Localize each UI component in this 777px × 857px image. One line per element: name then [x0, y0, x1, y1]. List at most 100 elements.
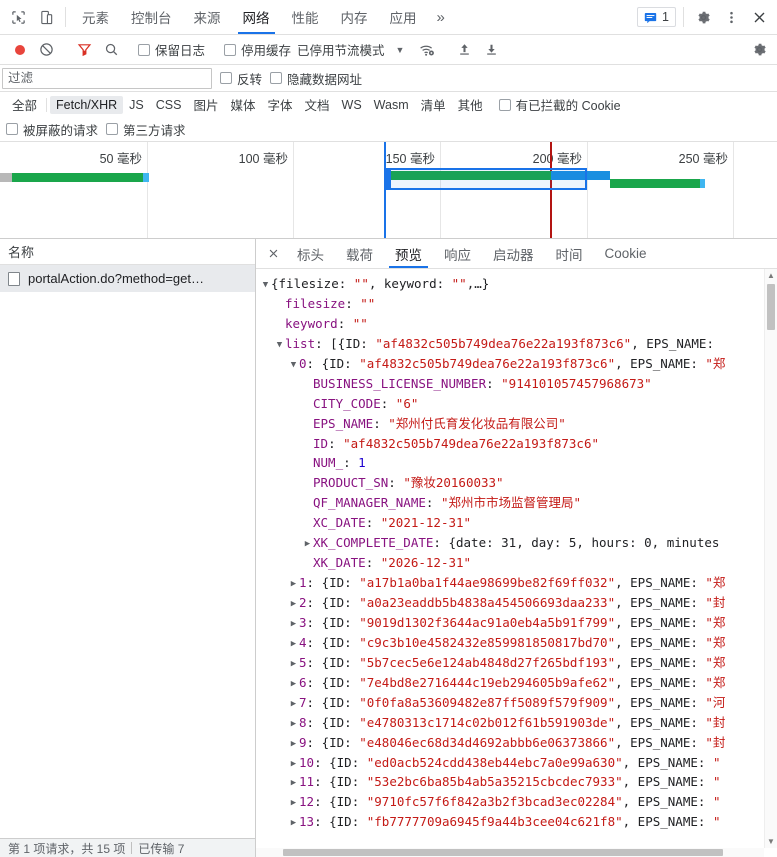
disclosure-triangle-closed-icon[interactable]: ▶: [288, 615, 299, 633]
tab-elements[interactable]: 元素: [71, 0, 120, 34]
detail-tab-payload[interactable]: 载荷: [335, 239, 384, 268]
type-filter-js[interactable]: JS: [123, 96, 150, 114]
tab-sources[interactable]: 来源: [183, 0, 232, 34]
json-line[interactable]: ▼ {filesize: "", keyword: "",…}: [260, 274, 764, 294]
disclosure-triangle-closed-icon[interactable]: ▶: [288, 794, 299, 812]
timeline-selection-window[interactable]: [384, 168, 587, 190]
disclosure-triangle-closed-icon[interactable]: ▶: [288, 675, 299, 693]
json-line[interactable]: ▶ 9: {ID: "e48046ec68d34d4692abbb6e063738…: [260, 733, 764, 753]
funnel-filter-icon[interactable]: [71, 37, 98, 63]
clear-prohibited-icon[interactable]: [33, 37, 60, 63]
type-filter-doc[interactable]: 文档: [299, 93, 336, 116]
disclosure-triangle-open-icon[interactable]: ▼: [274, 336, 285, 354]
json-line[interactable]: ▶ 10: {ID: "ed0acb524cdd438eb44ebc7a0e99a…: [260, 753, 764, 773]
disclosure-triangle-closed-icon[interactable]: ▶: [288, 655, 299, 673]
json-line[interactable]: QF_MANAGER_NAME: "郑州市市场监督管理局": [260, 493, 764, 513]
json-line[interactable]: CITY_CODE: "6": [260, 394, 764, 414]
disclosure-triangle-open-icon[interactable]: ▼: [288, 356, 299, 374]
json-line[interactable]: keyword: "": [260, 314, 764, 334]
third-party-checkbox[interactable]: 第三方请求: [104, 120, 192, 139]
type-filter-media[interactable]: 媒体: [224, 93, 261, 116]
device-toggle-icon[interactable]: [32, 0, 60, 34]
disclosure-triangle-closed-icon[interactable]: ▶: [288, 595, 299, 613]
detail-tab-headers[interactable]: 标头: [286, 239, 335, 268]
json-line[interactable]: ▶ 6: {ID: "7e4bd8e2716444c19eb294605b9afe…: [260, 673, 764, 693]
record-button-icon[interactable]: [6, 37, 33, 63]
type-filter-manifest[interactable]: 清单: [415, 93, 452, 116]
close-detail-icon[interactable]: [260, 239, 286, 268]
search-icon[interactable]: [98, 37, 125, 63]
preview-horizontal-scrollbar[interactable]: [256, 848, 764, 857]
disclosure-triangle-closed-icon[interactable]: ▶: [302, 535, 313, 553]
detail-tab-preview[interactable]: 预览: [384, 239, 433, 268]
json-line[interactable]: XK_DATE: "2026-12-31": [260, 553, 764, 573]
gear-icon[interactable]: [746, 37, 773, 63]
blocked-requests-checkbox[interactable]: 被屏蔽的请求: [6, 120, 104, 139]
json-tree[interactable]: ▼ {filesize: "", keyword: "",…} filesize: …: [256, 269, 764, 848]
json-line[interactable]: ▶ 8: {ID: "e4780313c1714c02b012f61b591903…: [260, 713, 764, 733]
gear-icon[interactable]: [689, 10, 717, 25]
json-line[interactable]: XC_DATE: "2021-12-31": [260, 513, 764, 533]
json-line[interactable]: filesize: "": [260, 294, 764, 314]
json-line[interactable]: ID: "af4832c505b749dea76e22a193f873c6": [260, 434, 764, 454]
detail-tab-initiator[interactable]: 启动器: [482, 239, 545, 268]
network-overview-timeline[interactable]: 50 毫秒 100 毫秒 150 毫秒 200 毫秒 250 毫秒: [0, 142, 777, 239]
json-line[interactable]: ▶ 13: {ID: "fb7777709a6945f9a44b3cee04c62…: [260, 812, 764, 832]
disclosure-triangle-closed-icon[interactable]: ▶: [288, 774, 299, 792]
json-line[interactable]: ▶ 1: {ID: "a17b1a0ba1f44ae98699be82f69ff0…: [260, 573, 764, 593]
disclosure-triangle-closed-icon[interactable]: ▶: [288, 735, 299, 753]
type-filter-other[interactable]: 其他: [452, 93, 489, 116]
type-filter-img[interactable]: 图片: [187, 93, 224, 116]
disclosure-triangle-closed-icon[interactable]: ▶: [288, 575, 299, 593]
hide-data-urls-checkbox[interactable]: 隐藏数据网址: [268, 69, 368, 88]
message-count-badge[interactable]: 1: [637, 7, 676, 27]
json-line[interactable]: ▶ 11: {ID: "53e2bc6ba85b4ab5a35215cbcdec7…: [260, 772, 764, 792]
json-line[interactable]: ▶ 7: {ID: "0f0fa8a53609482e87ff5089f579f9…: [260, 693, 764, 713]
disclosure-triangle-closed-icon[interactable]: ▶: [288, 715, 299, 733]
json-line[interactable]: ▶ 2: {ID: "a0a23eaddb5b4838a454506693daa2…: [260, 593, 764, 613]
json-line[interactable]: NUM_: 1: [260, 453, 764, 473]
tab-performance[interactable]: 性能: [281, 0, 330, 34]
disclosure-triangle-closed-icon[interactable]: ▶: [288, 635, 299, 653]
json-line[interactable]: ▼ 0: {ID: "af4832c505b749dea76e22a193f873…: [260, 354, 764, 374]
more-tabs-button[interactable]: »: [428, 0, 454, 34]
json-line[interactable]: PRODUCT_SN: "豫妆20160033": [260, 473, 764, 493]
tab-console[interactable]: 控制台: [120, 0, 183, 34]
tab-network[interactable]: 网络: [232, 0, 281, 34]
request-list-body[interactable]: portalAction.do?method=get…: [0, 265, 255, 838]
json-line[interactable]: ▶ 4: {ID: "c9c3b10e4582432e859981850817bd…: [260, 633, 764, 653]
json-line[interactable]: ▶ XK_COMPLETE_DATE: {date: 31, day: 5, ho…: [260, 533, 764, 553]
type-filter-font[interactable]: 字体: [261, 93, 298, 116]
scroll-up-arrow[interactable]: ▲: [765, 269, 777, 282]
preview-json-viewer[interactable]: ▼ {filesize: "", keyword: "",…} filesize: …: [256, 269, 777, 857]
type-filter-ws[interactable]: WS: [336, 96, 368, 114]
selection-left-handle[interactable]: [386, 170, 391, 188]
detail-tab-timing[interactable]: 时间: [545, 239, 594, 268]
filter-input[interactable]: [2, 67, 212, 89]
kebab-menu-icon[interactable]: [717, 10, 745, 25]
request-row[interactable]: portalAction.do?method=get…: [0, 265, 255, 292]
tab-application[interactable]: 应用: [379, 0, 428, 34]
disclosure-triangle-closed-icon[interactable]: ▶: [288, 695, 299, 713]
tab-memory[interactable]: 内存: [330, 0, 379, 34]
disable-cache-checkbox[interactable]: 停用缓存: [222, 40, 297, 59]
json-line[interactable]: ▶ 5: {ID: "5b7cec5e6e124ab4848d27f265bdf1…: [260, 653, 764, 673]
scroll-down-arrow[interactable]: ▼: [765, 835, 777, 848]
disclosure-triangle-closed-icon[interactable]: ▶: [288, 814, 299, 832]
type-filter-wasm[interactable]: Wasm: [368, 96, 415, 114]
disclosure-triangle-closed-icon[interactable]: ▶: [288, 755, 299, 773]
detail-tab-cookies[interactable]: Cookie: [594, 239, 658, 268]
download-har-icon[interactable]: [478, 37, 505, 63]
blocked-cookies-checkbox[interactable]: 有已拦截的 Cookie: [497, 95, 627, 114]
horizontal-scroll-thumb[interactable]: [283, 849, 723, 856]
preview-vertical-scrollbar[interactable]: ▲ ▼: [764, 269, 777, 848]
json-line[interactable]: BUSINESS_LICENSE_NUMBER: "91410105745796…: [260, 374, 764, 394]
invert-checkbox[interactable]: 反转: [218, 69, 268, 88]
upload-har-icon[interactable]: [451, 37, 478, 63]
detail-tab-response[interactable]: 响应: [433, 239, 482, 268]
json-line[interactable]: ▶ 3: {ID: "9019d1302f3644ac91a0eb4a5b91f7…: [260, 613, 764, 633]
json-line[interactable]: ▶ 12: {ID: "9710fc57f6f842a3b2f3bcad3ec02…: [260, 792, 764, 812]
network-conditions-icon[interactable]: [413, 37, 440, 63]
type-filter-all[interactable]: 全部: [6, 93, 43, 116]
type-filter-css[interactable]: CSS: [150, 96, 188, 114]
